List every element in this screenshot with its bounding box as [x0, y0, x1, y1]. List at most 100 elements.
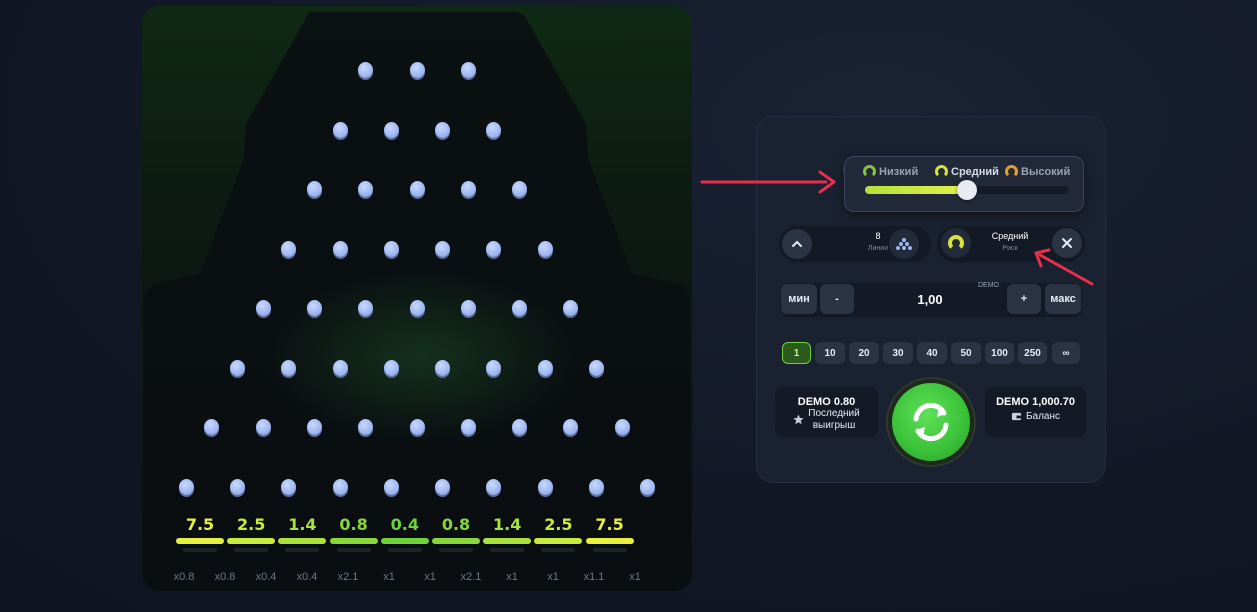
risk-slider-thumb[interactable]	[957, 180, 977, 200]
peg	[306, 300, 322, 316]
peg	[332, 240, 348, 257]
close-icon	[1062, 238, 1072, 248]
peg	[409, 419, 425, 435]
history-item: x1	[424, 571, 436, 583]
last-win-card: DEMO 0.80 Последний выигрыш	[775, 387, 878, 437]
peg	[383, 478, 399, 495]
peg	[229, 359, 245, 376]
risk-slider-track[interactable]	[865, 180, 1069, 200]
quick-bet-chip[interactable]: 250	[1018, 342, 1047, 364]
peg	[435, 121, 451, 138]
risk-option-medium[interactable]: Средний	[935, 165, 999, 178]
plinko-board	[142, 6, 692, 591]
peg	[332, 478, 348, 495]
peg	[281, 478, 297, 495]
history-item: x1	[506, 571, 518, 583]
peg	[332, 121, 348, 138]
play-button[interactable]	[888, 379, 974, 465]
history-item: x1	[547, 571, 559, 583]
close-risk-button[interactable]	[1052, 228, 1082, 258]
bet-minus-button[interactable]: -	[820, 284, 854, 314]
multiplier-bar	[483, 538, 532, 544]
quick-bet-chip[interactable]: 10	[815, 342, 845, 364]
history-row: x0.8 x0.8 x0.4 x0.4 x2.1 x1 x1 x2.1 x1 x1 x1.1 x1	[168, 571, 658, 587]
history-item: x1	[629, 571, 641, 583]
peg	[512, 419, 528, 435]
last-win-label: Последний выигрыш	[775, 408, 878, 432]
peg	[512, 181, 528, 197]
peg	[486, 478, 502, 495]
peg	[229, 478, 245, 495]
peg	[460, 181, 476, 197]
peg	[332, 359, 348, 376]
peg	[512, 300, 528, 316]
risk-option-low[interactable]: Низкий	[863, 165, 918, 178]
peg	[409, 62, 425, 78]
multiplier-slot: 0.8	[431, 514, 481, 552]
bet-plus-button[interactable]: +	[1007, 284, 1041, 314]
quick-bet-chip[interactable]: 50	[951, 342, 981, 364]
peg	[383, 121, 399, 138]
peg	[537, 240, 553, 257]
balance-card: DEMO 1,000.70 Баланс	[985, 387, 1086, 437]
risk-selector-popup: Низкий Средний Высокий	[844, 156, 1084, 212]
peg	[640, 478, 656, 495]
risk-gauge-button[interactable]	[941, 228, 971, 258]
multiplier-bar	[176, 538, 224, 544]
bet-min-button[interactable]: мин	[781, 284, 817, 314]
history-item: x0.8	[214, 571, 236, 583]
gauge-medium-icon	[948, 235, 964, 251]
multiplier-shadow	[234, 548, 269, 552]
risk-slider-fill	[865, 186, 967, 194]
history-item: x2.1	[460, 571, 482, 583]
multiplier-bar	[380, 538, 429, 544]
bet-amount-input[interactable]: 1,00	[880, 292, 980, 307]
chevron-up-icon	[792, 240, 802, 247]
peg	[281, 240, 297, 257]
quick-bet-chip[interactable]: 100	[985, 342, 1014, 364]
multiplier-shadow	[183, 548, 217, 552]
multiplier-bar	[278, 538, 327, 544]
risk-label: Риск	[1002, 245, 1018, 252]
multiplier-slot: 2.5	[226, 514, 276, 552]
peg	[409, 181, 425, 197]
history-item: x0.4	[255, 571, 277, 583]
refresh-icon	[913, 402, 949, 442]
quick-bet-chip[interactable]: 20	[849, 342, 879, 364]
multiplier-value: 2.5	[544, 515, 573, 534]
peg	[435, 359, 451, 376]
quick-bet-chip[interactable]: 1	[782, 342, 811, 364]
multiplier-slot: 2.5	[533, 514, 583, 552]
multiplier-bar	[227, 538, 276, 544]
multiplier-shadow	[336, 548, 371, 552]
balance-amount: DEMO 1,000.70	[996, 396, 1075, 408]
multiplier-bar	[534, 538, 583, 544]
peg	[435, 240, 451, 257]
risk-option-high[interactable]: Высокий	[1005, 165, 1070, 178]
multiplier-value: 7.5	[595, 515, 624, 534]
peg	[306, 419, 322, 435]
last-win-amount: DEMO 0.80	[797, 396, 856, 408]
quick-bet-chip[interactable]: 40	[917, 342, 947, 364]
multiplier-slot: 1.4	[277, 514, 327, 552]
multiplier-slot: 0.4	[380, 514, 430, 552]
multiplier-value: 0.8	[339, 515, 368, 534]
quick-bet-chip[interactable]: 30	[883, 342, 913, 364]
multiplier-slot: 7.5	[585, 514, 635, 552]
lines-pyramid-button[interactable]	[889, 229, 919, 259]
peg	[537, 478, 553, 495]
peg	[383, 359, 399, 376]
multiplier-slot: 1.4	[482, 514, 532, 552]
pyramid-icon	[896, 238, 912, 250]
history-item: x0.8	[173, 571, 195, 583]
peg	[614, 419, 630, 435]
peg	[255, 419, 271, 435]
peg	[383, 240, 399, 257]
quick-bet-chip[interactable]: ∞	[1052, 342, 1080, 364]
multiplier-slot: 7.5	[175, 514, 225, 552]
board-pyramid-shape	[144, 12, 690, 591]
balance-label-row: Баланс	[985, 411, 1086, 423]
peg	[409, 300, 425, 316]
bet-max-button[interactable]: макс	[1045, 284, 1081, 314]
lines-up-button[interactable]	[782, 229, 812, 259]
